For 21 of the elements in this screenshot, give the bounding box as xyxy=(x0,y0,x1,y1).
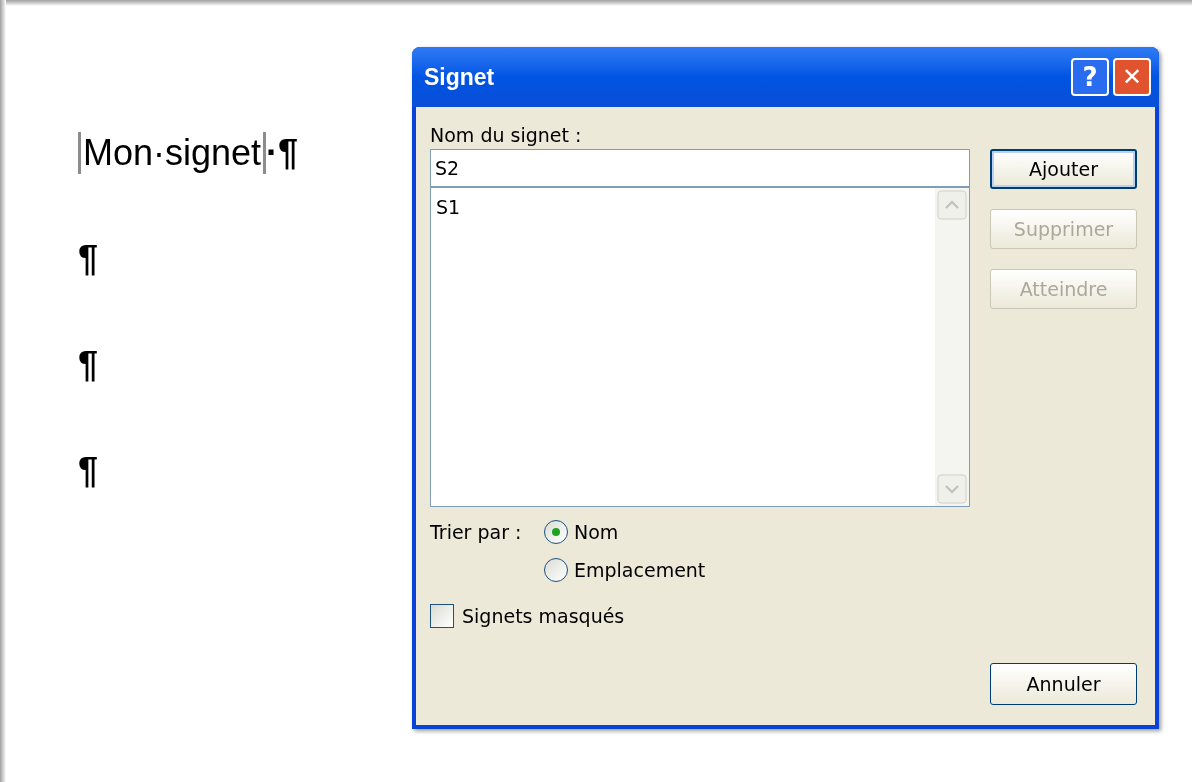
radio-label: Emplacement xyxy=(574,557,706,583)
pilcrow-mark: ¶ xyxy=(78,344,99,386)
close-button[interactable]: ✕ xyxy=(1113,58,1151,96)
radio-label: Nom xyxy=(574,519,619,545)
name-label: Nom du signet : xyxy=(430,123,583,148)
bookmarked-text: Mon·signet xyxy=(78,132,267,174)
bookmark-name-field[interactable]: S2 xyxy=(430,149,970,187)
checkbox[interactable] xyxy=(430,604,454,628)
window-title: Signet xyxy=(423,62,495,92)
pilcrow-mark: ¶ xyxy=(78,450,99,492)
sort-label: Trier par : xyxy=(430,519,523,545)
bookmark-list[interactable]: S1 xyxy=(430,187,970,507)
help-button[interactable]: ? xyxy=(1071,58,1109,96)
radio-button[interactable] xyxy=(544,520,568,544)
pilcrow-mark: ·¶ xyxy=(266,132,299,174)
dialog-button[interactable]: Ajouter xyxy=(990,149,1137,189)
bookmark-list-item[interactable]: S1 xyxy=(433,192,933,222)
pilcrow-mark: ¶ xyxy=(78,238,99,280)
checkbox-label: Signets masqués xyxy=(462,603,625,629)
cancel-button[interactable]: Annuler xyxy=(990,663,1137,705)
radio-button[interactable] xyxy=(544,558,568,582)
